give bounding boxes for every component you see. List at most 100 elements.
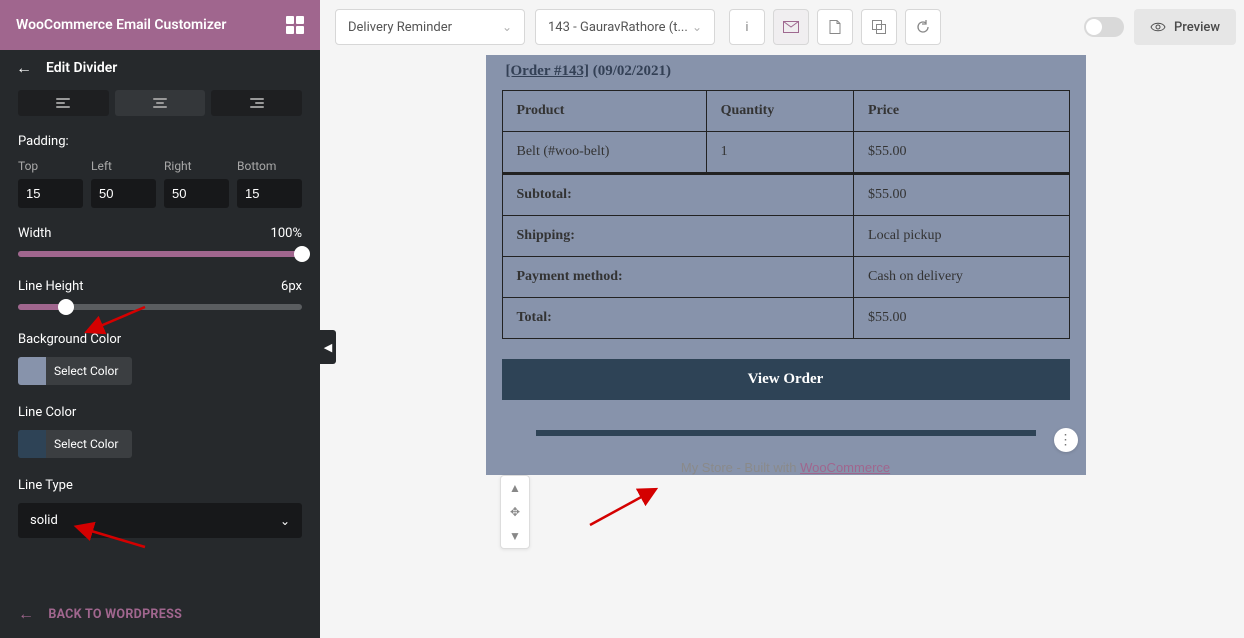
copy-icon bbox=[872, 20, 886, 34]
line-color-swatch bbox=[18, 430, 46, 458]
panel-title: Edit Divider bbox=[46, 60, 117, 76]
line-color-button-text: Select Color bbox=[54, 437, 132, 451]
email-preview: [Order #143] (09/02/2021) Product Quanti… bbox=[486, 55, 1086, 475]
align-center-button[interactable] bbox=[115, 90, 206, 116]
email-footer: My Store - Built with WooCommerce bbox=[486, 460, 1086, 475]
chevron-down-icon: ⌄ bbox=[280, 514, 290, 528]
template-select[interactable]: Delivery Reminder ⌄ bbox=[335, 9, 525, 45]
preview-toggle[interactable] bbox=[1084, 17, 1124, 37]
width-slider[interactable] bbox=[18, 251, 302, 257]
subtotal-label: Subtotal: bbox=[502, 174, 854, 216]
padding-right-input[interactable] bbox=[164, 179, 229, 208]
collapse-sidebar-notch[interactable]: ◀ bbox=[320, 330, 336, 364]
padding-bottom-input[interactable] bbox=[237, 179, 302, 208]
move-up-button[interactable]: ▲ bbox=[501, 476, 529, 500]
align-right-button[interactable] bbox=[211, 90, 302, 116]
back-arrow-icon[interactable]: ← bbox=[16, 58, 32, 78]
payment-label: Payment method: bbox=[502, 257, 854, 298]
back-to-wordpress-link: BACK TO WORDPRESS bbox=[48, 607, 182, 622]
total-label: Total: bbox=[502, 298, 854, 339]
padding-left-input[interactable] bbox=[91, 179, 156, 208]
padding-top-input[interactable] bbox=[18, 179, 83, 208]
item-name: Belt (#woo-belt) bbox=[502, 132, 706, 174]
order-select-value: 143 - GauravRathore (t... bbox=[548, 20, 688, 35]
bg-color-button-text: Select Color bbox=[54, 364, 132, 378]
bg-color-picker[interactable]: Select Color bbox=[18, 357, 132, 385]
panel-footer[interactable]: ← BACK TO WORDPRESS bbox=[0, 590, 320, 638]
info-icon-button[interactable]: i bbox=[729, 9, 765, 45]
order-date: (09/02/2021) bbox=[593, 63, 671, 79]
line-type-value: solid bbox=[30, 513, 58, 528]
file-icon bbox=[829, 20, 841, 34]
col-price: Price bbox=[854, 91, 1069, 132]
apps-grid-icon[interactable] bbox=[286, 16, 304, 34]
line-type-label: Line Type bbox=[18, 478, 302, 493]
padding-left-label: Left bbox=[91, 159, 156, 173]
toggle-knob bbox=[1086, 19, 1102, 35]
shipping-label: Shipping: bbox=[502, 216, 854, 257]
eye-icon bbox=[1150, 21, 1166, 33]
bg-color-swatch bbox=[18, 357, 46, 385]
order-select[interactable]: 143 - GauravRathore (t... ⌄ bbox=[535, 9, 715, 45]
alignment-row bbox=[18, 90, 302, 116]
line-height-slider-handle[interactable] bbox=[58, 299, 74, 315]
divider-block[interactable]: ⋮ bbox=[486, 422, 1086, 444]
payment-value: Cash on delivery bbox=[854, 257, 1069, 298]
width-label: Width bbox=[18, 226, 51, 241]
panel-header: ← Edit Divider bbox=[0, 50, 320, 86]
item-price: $55.00 bbox=[854, 132, 1069, 174]
padding-bottom-label: Bottom bbox=[237, 159, 302, 173]
template-select-value: Delivery Reminder bbox=[348, 20, 452, 35]
padding-top-label: Top bbox=[18, 159, 83, 173]
col-quantity: Quantity bbox=[706, 91, 853, 132]
reset-icon-button[interactable] bbox=[905, 9, 941, 45]
line-color-picker[interactable]: Select Color bbox=[18, 430, 132, 458]
panel-body: Padding: Top Left Right Bottom Width 100… bbox=[0, 86, 320, 590]
brand-title: WooCommerce Email Customizer bbox=[16, 17, 226, 33]
file-icon-button[interactable] bbox=[817, 9, 853, 45]
line-height-value: 6px bbox=[281, 279, 302, 294]
order-link[interactable]: [Order #143] bbox=[506, 63, 589, 79]
order-table: Product Quantity Price Belt (#woo-belt) … bbox=[502, 90, 1070, 339]
bg-color-label: Background Color bbox=[18, 332, 302, 347]
align-center-icon bbox=[153, 98, 167, 108]
divider-line bbox=[536, 430, 1036, 436]
padding-right-label: Right bbox=[164, 159, 229, 173]
chevron-down-icon: ⌄ bbox=[692, 20, 702, 34]
table-row: Total: $55.00 bbox=[502, 298, 1069, 339]
padding-grid: Top Left Right Bottom bbox=[18, 159, 302, 208]
drag-handle[interactable]: ✥ bbox=[501, 500, 529, 524]
align-left-icon bbox=[56, 98, 70, 108]
item-qty: 1 bbox=[706, 132, 853, 174]
block-options-button[interactable]: ⋮ bbox=[1054, 428, 1078, 452]
reset-icon bbox=[916, 20, 930, 34]
table-row: Subtotal: $55.00 bbox=[502, 174, 1069, 216]
preview-button[interactable]: Preview bbox=[1134, 9, 1236, 45]
email-canvas: [Order #143] (09/02/2021) Product Quanti… bbox=[335, 55, 1236, 638]
line-color-label: Line Color bbox=[18, 405, 302, 420]
block-move-controls: ▲ ✥ ▼ bbox=[500, 475, 530, 549]
move-down-button[interactable]: ▼ bbox=[501, 524, 529, 548]
col-product: Product bbox=[502, 91, 706, 132]
sidebar: WooCommerce Email Customizer ← Edit Divi… bbox=[0, 0, 320, 638]
table-row: Payment method: Cash on delivery bbox=[502, 257, 1069, 298]
line-type-select[interactable]: solid ⌄ bbox=[18, 503, 302, 538]
shipping-value: Local pickup bbox=[854, 216, 1069, 257]
line-height-slider[interactable] bbox=[18, 304, 302, 310]
footer-woocommerce-link[interactable]: WooCommerce bbox=[800, 460, 890, 475]
mail-icon-button[interactable] bbox=[773, 9, 809, 45]
subtotal-value: $55.00 bbox=[854, 174, 1069, 216]
view-order-button[interactable]: View Order bbox=[502, 359, 1070, 400]
align-right-icon bbox=[250, 98, 264, 108]
back-to-wp-arrow-icon: ← bbox=[18, 604, 34, 624]
table-row: Shipping: Local pickup bbox=[502, 216, 1069, 257]
width-slider-handle[interactable] bbox=[294, 246, 310, 262]
brand-bar: WooCommerce Email Customizer bbox=[0, 0, 320, 50]
mail-icon bbox=[783, 21, 799, 33]
align-left-button[interactable] bbox=[18, 90, 109, 116]
width-value: 100% bbox=[271, 226, 302, 241]
table-row: Belt (#woo-belt) 1 $55.00 bbox=[502, 132, 1069, 174]
copy-icon-button[interactable] bbox=[861, 9, 897, 45]
total-value: $55.00 bbox=[854, 298, 1069, 339]
line-height-label: Line Height bbox=[18, 279, 84, 294]
